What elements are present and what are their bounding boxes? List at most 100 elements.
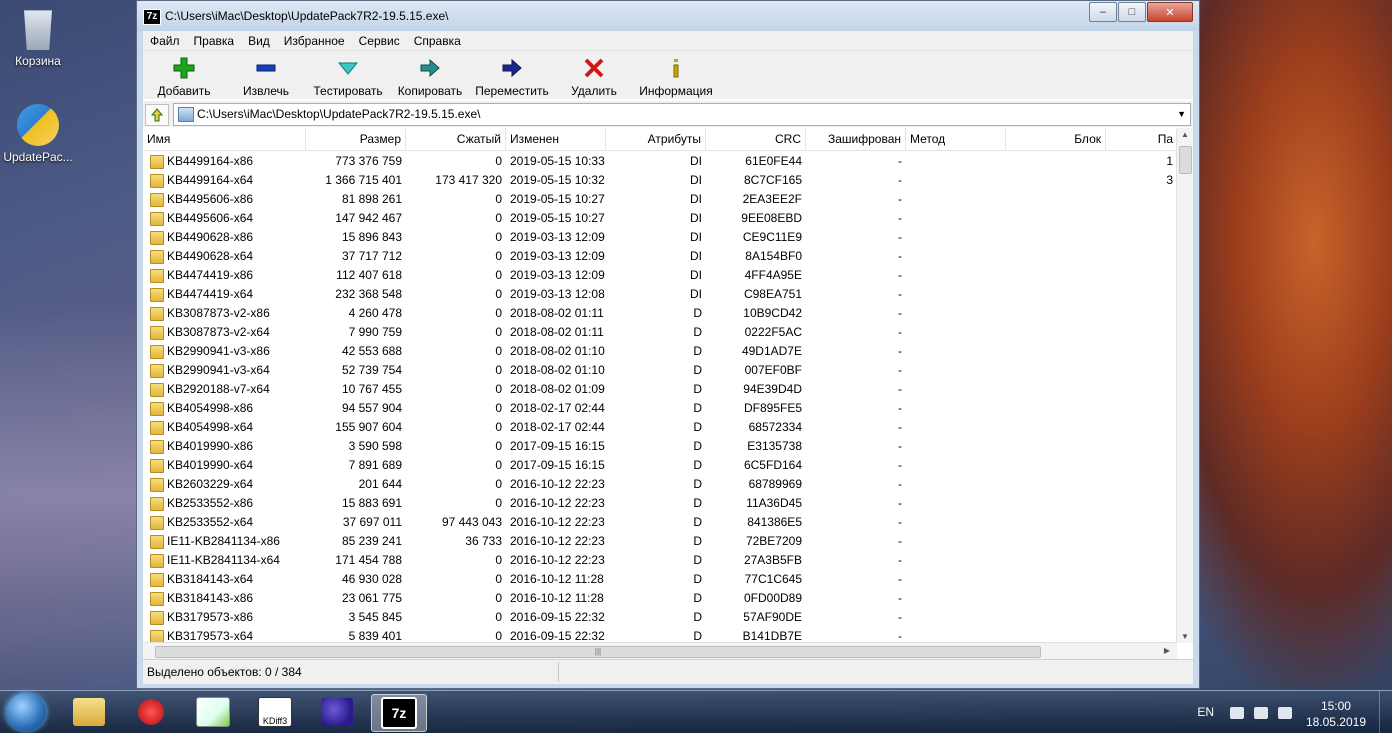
cell-enc: - — [898, 401, 902, 415]
file-row[interactable]: KB2533552-x64 37 697 011 97 443 043 2016-10… — [143, 513, 1177, 532]
recycle-bin-icon — [24, 10, 52, 50]
file-row[interactable]: KB4499164-x86 773 376 759 0 2019-05-15 10:3… — [143, 152, 1177, 171]
file-row[interactable]: KB4054998-x64 155 907 604 0 2018-02-17 02:4… — [143, 418, 1177, 437]
file-row[interactable]: KB4474419-x64 232 368 548 0 2019-03-13 12:0… — [143, 285, 1177, 304]
cell-extra — [1106, 266, 1177, 285]
taskbar-7zip[interactable]: 7z — [371, 694, 427, 732]
cell-attr: D — [693, 496, 702, 510]
file-row[interactable]: KB2533552-x86 15 883 691 0 2016-10-12 22:23… — [143, 494, 1177, 513]
file-row[interactable]: KB4490628-x64 37 717 712 0 2019-03-13 12:09… — [143, 247, 1177, 266]
file-row[interactable]: KB4495606-x64 147 942 467 0 2019-05-15 10:2… — [143, 209, 1177, 228]
cell-extra — [1106, 418, 1177, 437]
scroll-down-icon[interactable]: ▼ — [1177, 632, 1193, 641]
file-row[interactable]: KB2990941-v3-x64 52 739 754 0 2018-08-02 01… — [143, 361, 1177, 380]
desktop-icon-updatepack[interactable]: UpdatePac... — [0, 104, 76, 164]
chevron-down-icon[interactable]: ▼ — [1177, 109, 1186, 119]
cell-modified: 2016-10-12 22:23 — [510, 534, 605, 548]
language-indicator[interactable]: EN — [1197, 705, 1214, 719]
file-row[interactable]: KB2990941-v3-x86 42 553 688 0 2018-08-02 01… — [143, 342, 1177, 361]
cell-enc: - — [898, 268, 902, 282]
wallpaper-sea — [0, 300, 140, 690]
desktop-icon-recycle-bin[interactable]: Корзина — [0, 6, 76, 68]
taskbar-kdiff3[interactable]: KDiff3 — [248, 694, 302, 730]
file-row[interactable]: KB4499164-x64 1 366 715 401 173 417 320 201… — [143, 171, 1177, 190]
close-button[interactable]: ✕ — [1147, 2, 1193, 22]
file-row[interactable]: KB4019990-x64 7 891 689 0 2017-09-15 16:15 D… — [143, 456, 1177, 475]
menu-view[interactable]: Вид — [241, 31, 277, 50]
file-row[interactable]: KB3087873-v2-x64 7 990 759 0 2018-08-02 01:… — [143, 323, 1177, 342]
scroll-up-icon[interactable]: ▲ — [1177, 130, 1193, 139]
file-row[interactable]: KB4474419-x86 112 407 618 0 2019-03-13 12:0… — [143, 266, 1177, 285]
scroll-right-icon[interactable]: ▶ — [1159, 646, 1175, 655]
file-row[interactable]: KB4054998-x86 94 557 904 0 2018-02-17 02:44… — [143, 399, 1177, 418]
taskbar-cpp-app[interactable] — [310, 694, 364, 730]
taskbar-ccleaner[interactable] — [124, 694, 178, 730]
delete-button[interactable]: Удалить — [553, 51, 635, 99]
address-input[interactable]: C:\Users\iMac\Desktop\UpdatePack7R2-19.5… — [173, 103, 1191, 126]
folder-icon — [150, 516, 164, 530]
network-icon[interactable] — [1254, 707, 1268, 719]
file-row[interactable]: IE11-KB2841134-x86 85 239 241 36 733 2016-1… — [143, 532, 1177, 551]
taskbar-explorer[interactable] — [62, 694, 116, 730]
cell-size: 1 366 715 401 — [325, 173, 402, 187]
taskbar-notepad-plus[interactable] — [186, 694, 240, 730]
cell-size: 3 545 845 — [348, 610, 402, 624]
cell-size: 94 557 904 — [341, 401, 402, 415]
horizontal-scrollbar[interactable]: ||| ▶ — [143, 642, 1177, 660]
column-crc[interactable]: CRC — [706, 128, 806, 150]
cell-enc: - — [898, 249, 902, 263]
file-row[interactable]: KB3179573-x86 3 545 845 0 2016-09-15 22:32 D… — [143, 608, 1177, 627]
file-row[interactable]: KB4490628-x86 15 896 843 0 2019-03-13 12:09… — [143, 228, 1177, 247]
vertical-scroll-thumb[interactable] — [1179, 146, 1192, 174]
action-center-icon[interactable] — [1230, 707, 1244, 719]
column-name[interactable]: Имя — [143, 128, 306, 150]
file-row[interactable]: KB4019990-x86 3 590 598 0 2017-09-15 16:15 D… — [143, 437, 1177, 456]
column-block[interactable]: Блок — [1006, 128, 1106, 150]
file-row[interactable]: KB2920188-v7-x64 10 767 455 0 2018-08-02 01… — [143, 380, 1177, 399]
file-row[interactable]: KB3184143-x86 23 061 775 0 2016-10-12 11:28… — [143, 589, 1177, 608]
cell-name: KB4499164-x86 — [167, 154, 254, 168]
file-row[interactable]: KB3184143-x64 46 930 028 0 2016-10-12 11:28… — [143, 570, 1177, 589]
column-size[interactable]: Размер — [306, 128, 406, 150]
column-attributes[interactable]: Атрибуты — [606, 128, 706, 150]
file-row[interactable]: IE11-KB2841134-x64 171 454 788 0 2016-10-12… — [143, 551, 1177, 570]
file-row[interactable]: KB2603229-x64 201 644 0 2016-10-12 22:23 D 68… — [143, 475, 1177, 494]
column-method[interactable]: Метод — [906, 128, 1006, 150]
column-modified[interactable]: Изменен — [506, 128, 606, 150]
info-button[interactable]: Информация — [635, 51, 717, 99]
move-button[interactable]: Переместить — [471, 51, 553, 99]
folder-icon — [150, 326, 164, 340]
column-packed[interactable]: Сжатый — [406, 128, 506, 150]
menu-help[interactable]: Справка — [407, 31, 468, 50]
clock[interactable]: 15:00 18.05.2019 — [1306, 698, 1366, 730]
cell-name: IE11-KB2841134-x86 — [167, 534, 280, 548]
title-bar[interactable]: 7z C:\Users\iMac\Desktop\UpdatePack7R2-1… — [137, 1, 1199, 31]
menu-edit[interactable]: Правка — [187, 31, 242, 50]
column-more[interactable]: Па — [1106, 128, 1177, 150]
file-row[interactable]: KB4495606-x86 81 898 261 0 2019-05-15 10:27… — [143, 190, 1177, 209]
copy-button[interactable]: Копировать — [389, 51, 471, 99]
cell-size: 112 407 618 — [336, 268, 402, 282]
show-desktop-button[interactable] — [1379, 691, 1392, 733]
add-icon — [173, 57, 195, 79]
horizontal-scroll-thumb[interactable]: ||| — [155, 646, 1041, 658]
file-row[interactable]: KB3087873-v2-x86 4 260 478 0 2018-08-02 01:… — [143, 304, 1177, 323]
extract-button[interactable]: Извлечь — [225, 51, 307, 99]
up-folder-button[interactable] — [145, 104, 169, 126]
maximize-button[interactable]: □ — [1118, 2, 1146, 22]
test-button[interactable]: Тестировать — [307, 51, 389, 99]
menu-file[interactable]: Файл — [143, 31, 187, 50]
cell-packed: 0 — [495, 458, 502, 472]
menu-tools[interactable]: Сервис — [352, 31, 407, 50]
cell-modified: 2018-08-02 01:11 — [510, 325, 604, 339]
column-encrypted[interactable]: Зашифрован — [806, 128, 906, 150]
vertical-scrollbar[interactable]: ▲ ▼ — [1176, 128, 1193, 643]
start-orb-icon[interactable] — [6, 693, 46, 731]
menu-favorites[interactable]: Избранное — [277, 31, 352, 50]
cell-crc: 6C5FD164 — [743, 458, 802, 472]
minimize-button[interactable]: – — [1089, 2, 1117, 22]
add-button[interactable]: Добавить — [143, 51, 225, 99]
cell-size: 85 239 241 — [341, 534, 402, 548]
volume-icon[interactable] — [1278, 707, 1292, 719]
folder-icon — [150, 478, 164, 492]
